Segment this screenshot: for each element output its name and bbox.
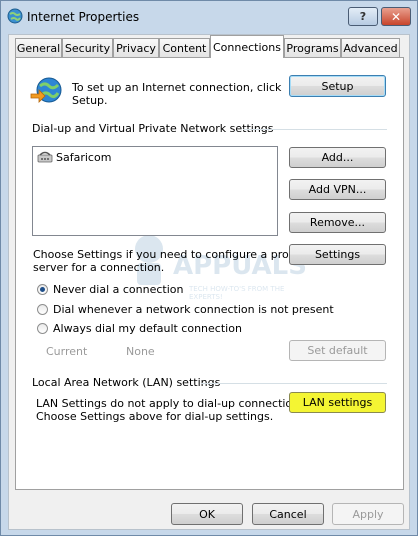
radio-never-dial-label[interactable]: Never dial a connection [53,283,183,296]
settings-description-line1: Choose Settings if you need to configure… [33,248,302,261]
set-default-button[interactable]: Set default [289,340,386,361]
current-label: Current [46,345,88,358]
add-vpn-button[interactable]: Add VPN... [289,179,386,200]
radio-never-dial-circle[interactable] [37,284,48,295]
lan-group-label: Local Area Network (LAN) settings [32,376,221,389]
setup-description-line1: To set up an Internet connection, click [72,81,282,94]
setup-button[interactable]: Setup [289,75,386,97]
current-value: None [126,345,155,358]
lan-group-divider [201,383,387,384]
settings-button[interactable]: Settings [289,244,386,265]
window-title: Internet Properties [27,10,140,24]
lan-description-line1: LAN Settings do not apply to dial-up con… [36,397,309,410]
radio-dial-whenever-circle[interactable] [37,304,48,315]
setup-description-line2: Setup. [72,94,108,107]
tab-privacy[interactable]: Privacy [113,38,159,57]
close-button[interactable]: ✕ [381,7,411,26]
internet-properties-window: Internet Properties ? ✕ General Security… [0,0,418,536]
dialup-group-divider [243,129,387,130]
cancel-button[interactable]: Cancel [252,503,324,525]
network-globe-icon [30,77,62,103]
apply-button[interactable]: Apply [332,503,404,525]
globe-icon [7,8,23,24]
dialup-connection-icon [37,151,53,163]
dialup-group-label: Dial-up and Virtual Private Network sett… [32,122,274,135]
tab-programs[interactable]: Programs [284,38,341,57]
tab-connections[interactable]: Connections [210,35,284,58]
connection-name: Safaricom [56,150,112,164]
list-item[interactable]: Safaricom [37,150,111,164]
settings-description-line2: server for a connection. [33,261,165,274]
ok-button[interactable]: OK [171,503,243,525]
add-button[interactable]: Add... [289,147,386,168]
lan-description-line2: Choose Settings above for dial-up settin… [36,410,274,423]
lan-settings-button[interactable]: LAN settings [289,392,386,413]
tab-security[interactable]: Security [62,38,113,57]
remove-button[interactable]: Remove... [289,212,386,233]
radio-dial-whenever-label[interactable]: Dial whenever a network connection is no… [53,303,334,316]
title-bar[interactable]: Internet Properties ? ✕ [1,1,417,33]
radio-always-dial-label[interactable]: Always dial my default connection [53,322,242,335]
radio-always-dial-circle[interactable] [37,323,48,334]
connections-listbox[interactable]: Safaricom [32,146,278,236]
tab-advanced[interactable]: Advanced [341,38,400,57]
tab-content[interactable]: Content [159,38,210,57]
help-button[interactable]: ? [348,7,378,26]
tab-general[interactable]: General [15,38,62,57]
